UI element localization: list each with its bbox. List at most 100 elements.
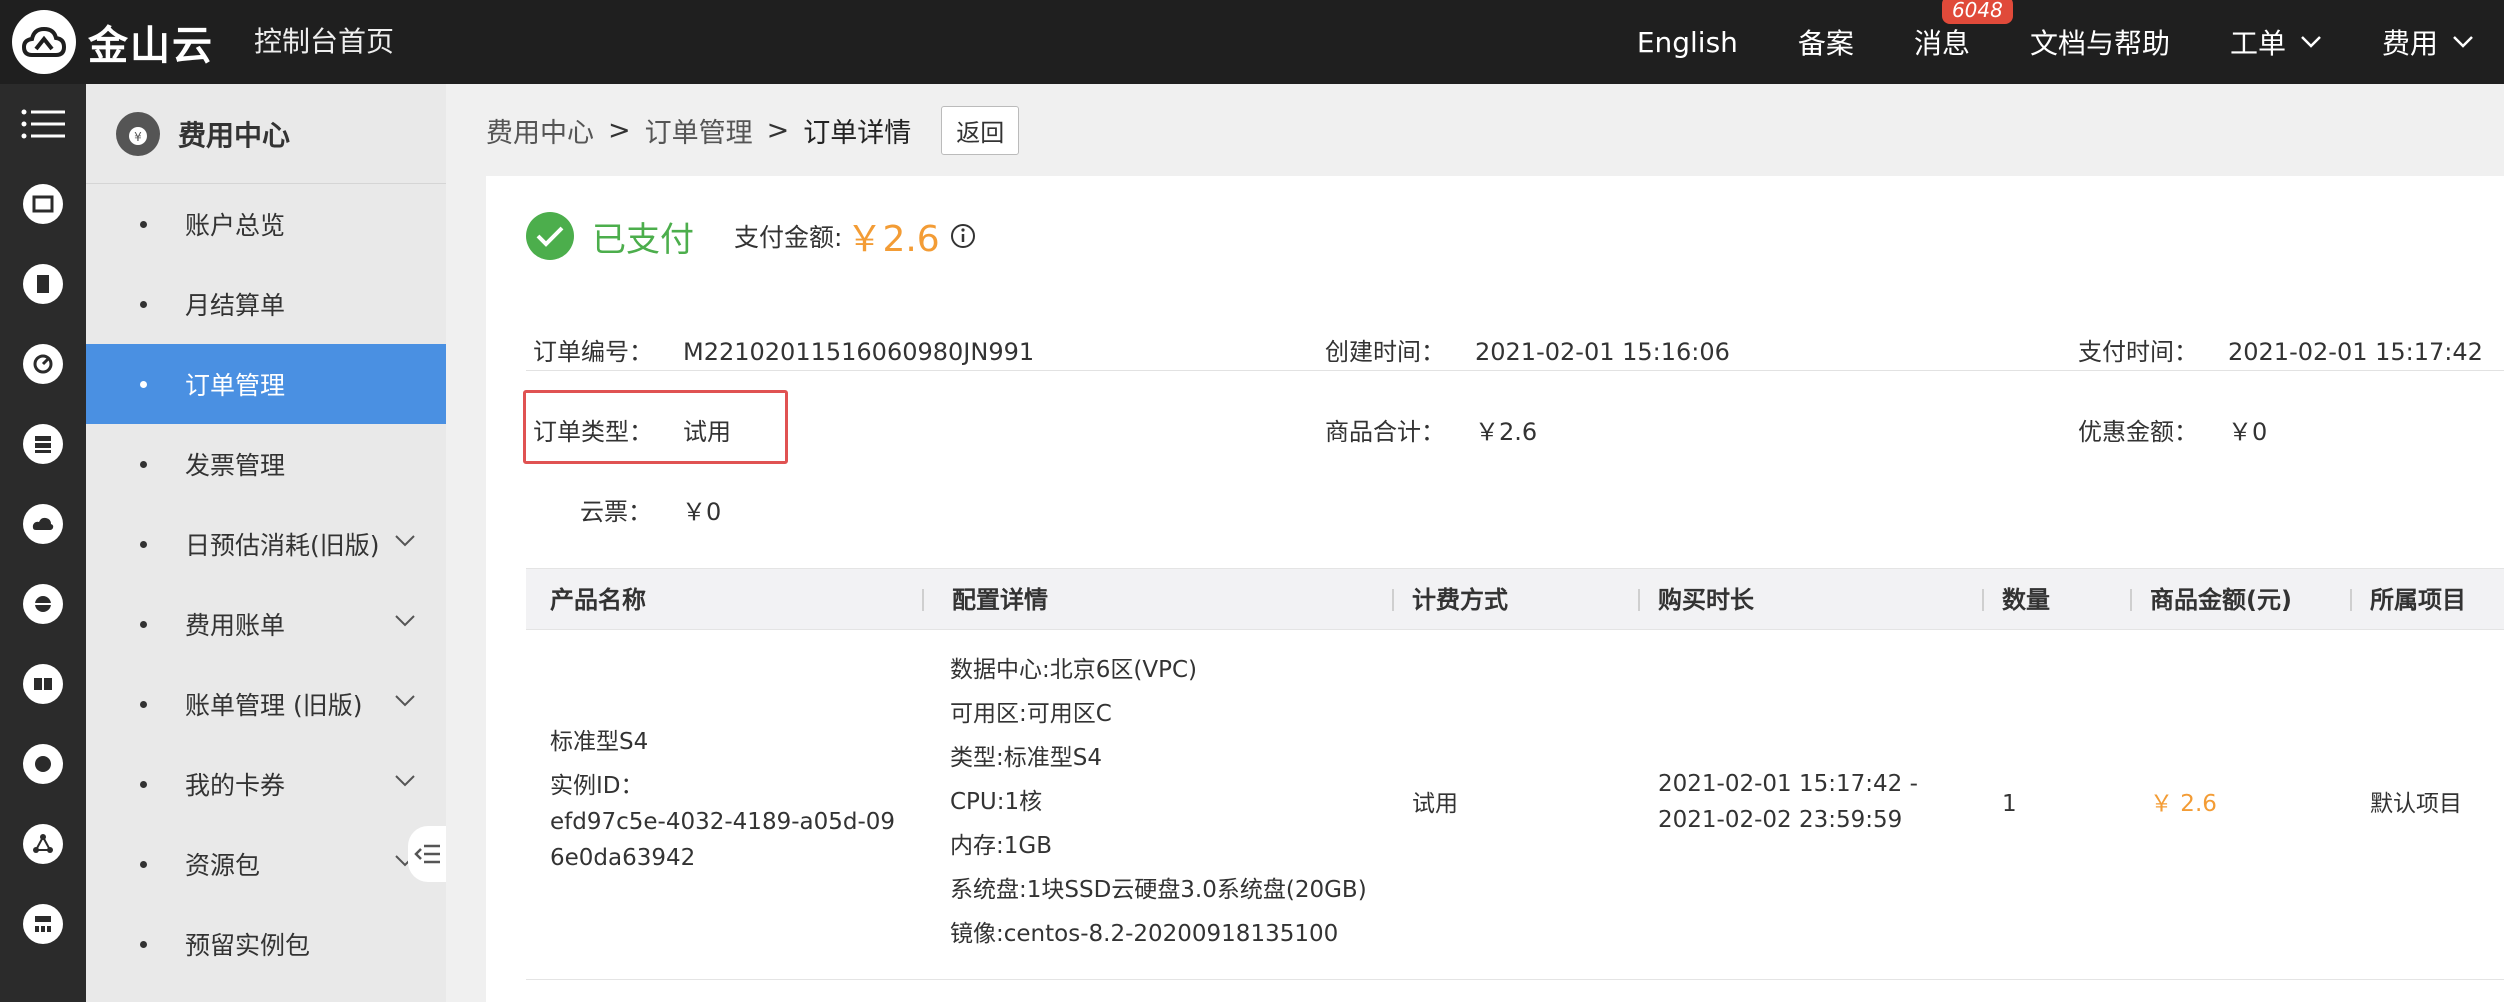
rail-topology[interactable] [0,804,86,884]
column-header: 数量 [2002,586,2050,614]
cloud-icon [23,504,63,544]
rail-monitor[interactable] [0,324,86,404]
divider [526,370,2504,371]
sidebar-item-label: 我的卡券 [185,771,286,800]
collapse-icon [414,844,440,864]
rail-org[interactable] [0,884,86,964]
sidebar-item-invoice-management[interactable]: 发票管理 [86,424,446,504]
field-created-time: 创建时间： 2021-02-01 15:16:06 [1325,332,1730,367]
column-header: 所属项目 [2370,586,2466,614]
column-separator [2130,589,2132,611]
instance-id-line: efd97c5e-4032-4189-a05d-09 [550,809,896,835]
column-header: 配置详情 [952,586,1048,614]
check-circle-icon [526,212,574,260]
rail-storage[interactable] [0,404,86,484]
table-header: 产品名称 配置详情 计费方式 购买时长 数量 商品金额(元) 所属项目 [526,568,2504,630]
column-separator [2350,589,2352,611]
sidebar-item-label: 发票管理 [185,451,286,480]
pay-amount-value: ￥2.6 [846,219,940,260]
sidebar-item-bill-management-legacy[interactable]: 账单管理 (旧版) [86,664,446,744]
column-separator [1982,589,1984,611]
sidebar-header: ¥ 费用中心 [86,84,446,184]
bullet-dot [140,620,147,628]
org-chart-icon [23,904,63,944]
breadcrumb: 费用中心 > 订单管理 > 订单详情 返回 [486,84,1020,176]
rail-server[interactable] [0,244,86,324]
column-header: 商品金额(元) [2150,586,2292,614]
highlight-box [523,390,788,464]
field-value: ￥0 [682,498,722,526]
column-separator [1392,589,1394,611]
chevron-down-icon [395,615,415,627]
field-label: 订单编号： [533,338,653,366]
instance-id-line: 6e0da63942 [550,845,696,871]
sidebar-item-resource-packages[interactable]: 资源包 [86,824,446,904]
sidebar-collapse-handle[interactable] [408,826,446,882]
nav-docs-help[interactable]: 文档与帮助 [2000,0,2200,84]
field-value: ￥0 [2228,418,2268,446]
brand-logo[interactable]: 金山云 [12,4,214,80]
rail-network[interactable] [0,564,86,644]
cell-billing: 试用 [1412,791,1458,817]
chevron-down-icon [395,695,415,707]
field-value: 2021-02-01 15:16:06 [1475,338,1730,366]
info-icon[interactable] [950,223,976,249]
nav-docs-help-label: 文档与帮助 [2029,27,2170,60]
dashboard-icon [23,184,63,224]
nav-billing[interactable]: 费用 [2352,0,2504,84]
server-icon [23,264,63,304]
sidebar-item-label: 费用账单 [185,611,286,640]
nav-tickets[interactable]: 工单 [2200,0,2352,84]
bullet-dot [140,220,147,228]
rail-dashboard[interactable] [0,164,86,244]
sidebar-item-monthly-statement[interactable]: 月结算单 [86,264,446,344]
cell-product: 标准型S4 实例ID： efd97c5e-4032-4189-a05d-09 6… [550,724,920,876]
product-name: 标准型S4 [550,729,649,755]
field-value: 2021-02-01 15:17:42 [2228,338,2483,366]
bullet-dot [140,860,147,868]
sidebar-item-account-overview[interactable]: 账户总览 [86,184,446,264]
nav-english[interactable]: English [1607,0,1768,84]
database-icon [23,424,63,464]
bullet-dot [140,700,147,708]
brand-name: 金山云 [88,23,214,69]
sidebar-item-billing[interactable]: 费用账单 [86,584,446,664]
breadcrumb-billing-center[interactable]: 费用中心 [486,111,594,150]
breadcrumb-order-management[interactable]: 订单管理 [645,111,753,150]
duration-end: 2021-02-02 23:59:59 [1658,807,1903,833]
field-cloud-ticket: 云票： ￥0 [580,492,721,527]
field-goods-total: 商品合计： ￥2.6 [1325,412,1537,447]
users-icon [23,664,63,704]
sidebar-item-order-management[interactable]: 订单管理 [86,344,446,424]
sidebar: ¥ 费用中心 账户总览 月结算单 订单管理 发票管理 日预估消耗(旧版) 费用账… [86,84,446,1002]
config-line: CPU:1核 [950,789,1043,815]
shield-icon [23,744,63,784]
back-button[interactable]: 返回 [941,105,1020,155]
chevron-down-icon [395,535,415,547]
sidebar-item-label: 月结算单 [185,291,286,320]
rail-cloud[interactable] [0,484,86,564]
sidebar-item-my-coupons[interactable]: 我的卡券 [86,744,446,824]
menu-toggle[interactable] [0,84,86,164]
money-bag-icon: ¥ [116,111,160,156]
console-home-link[interactable]: 控制台首页 [254,0,394,84]
rail-security[interactable] [0,724,86,804]
gauge-icon [23,344,63,384]
pay-amount-label: 支付金额: [734,223,843,252]
table-row: 标准型S4 实例ID： efd97c5e-4032-4189-a05d-09 6… [526,630,2504,980]
sidebar-item-daily-estimate[interactable]: 日预估消耗(旧版) [86,504,446,584]
nav-beian[interactable]: 备案 [1768,0,1884,84]
column-separator [1638,589,1640,611]
bullet-dot [140,380,147,388]
rail-users[interactable] [0,644,86,724]
chevron-down-icon [2453,36,2473,48]
nav-messages[interactable]: 消息 6048 [1884,0,2013,84]
chevron-down-icon [2301,36,2321,48]
sidebar-item-label: 账户总览 [185,211,286,240]
sidebar-item-label: 订单管理 [185,371,286,400]
bullet-dot [140,460,147,468]
column-header: 购买时长 [1658,586,1754,614]
cell-project: 默认项目 [2370,791,2462,817]
nav-english-label: English [1636,25,1738,59]
sidebar-item-reserved-instances[interactable]: 预留实例包 [86,904,446,984]
